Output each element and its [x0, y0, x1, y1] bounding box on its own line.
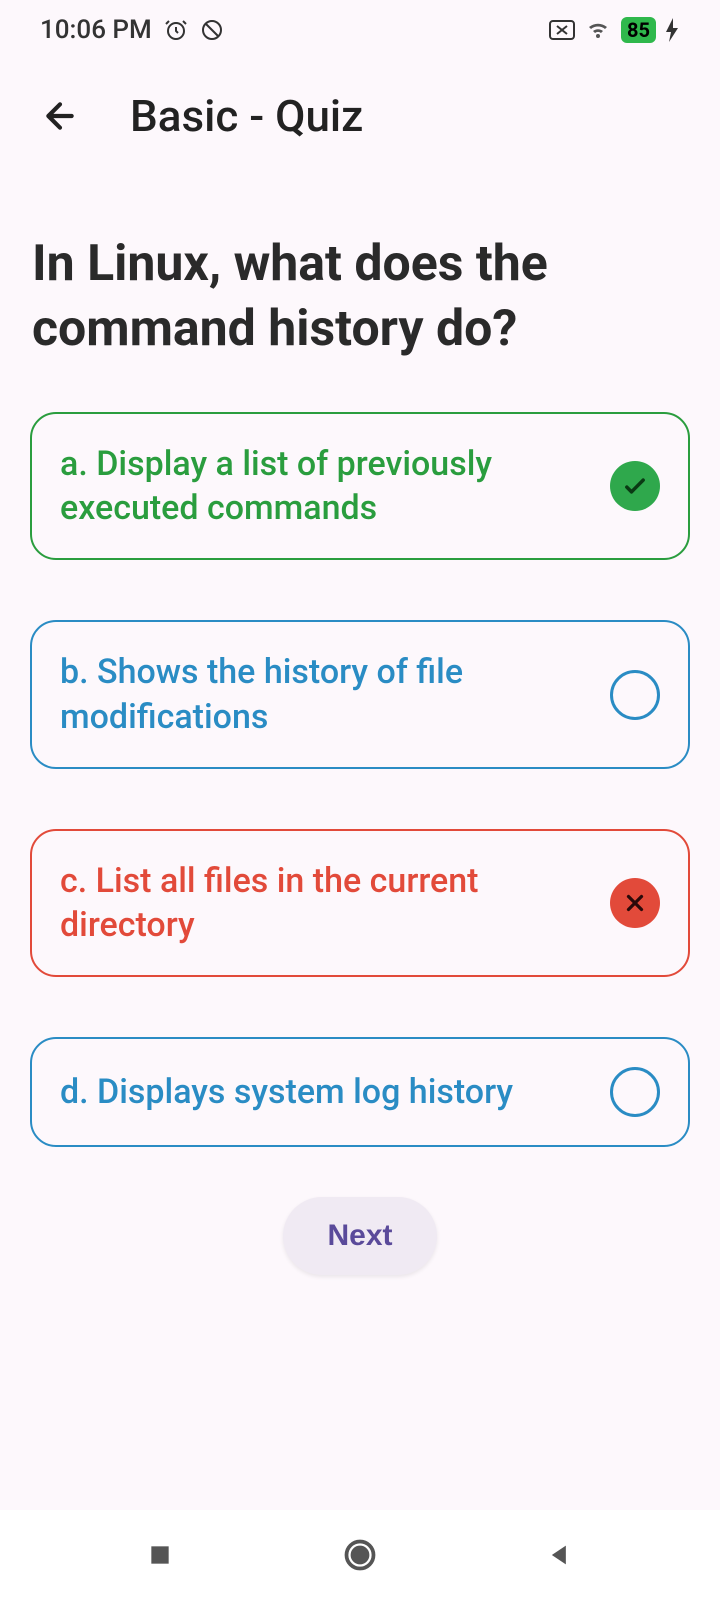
page-title: Basic - Quiz [130, 90, 363, 142]
battery-indicator: 85 [621, 17, 656, 43]
option-label: d. Displays system log history [60, 1070, 594, 1114]
option-label: b. Shows the history of file modificatio… [60, 650, 594, 738]
status-bar: 10:06 PM 85 [0, 0, 720, 60]
option-label: c. List all files in the current directo… [60, 859, 594, 947]
dnd-icon [200, 18, 224, 42]
radio-empty-icon [610, 670, 660, 720]
back-button[interactable] [40, 96, 80, 136]
options-list: a. Display a list of previously executed… [0, 412, 720, 1147]
option-d[interactable]: d. Displays system log history [30, 1037, 690, 1147]
option-a[interactable]: a. Display a list of previously executed… [30, 412, 690, 560]
next-button[interactable]: Next [283, 1197, 436, 1275]
wifi-icon [585, 20, 611, 40]
cast-icon [549, 20, 575, 40]
nav-back-button[interactable] [540, 1535, 580, 1575]
app-header: Basic - Quiz [0, 60, 720, 172]
cross-icon [610, 878, 660, 928]
option-b[interactable]: b. Shows the history of file modificatio… [30, 620, 690, 768]
nav-home-button[interactable] [340, 1535, 380, 1575]
nav-recent-button[interactable] [140, 1535, 180, 1575]
check-icon [610, 461, 660, 511]
charging-icon [666, 18, 680, 42]
option-label: a. Display a list of previously executed… [60, 442, 594, 530]
system-nav-bar [0, 1510, 720, 1600]
quiz-question: In Linux, what does the command history … [0, 172, 720, 412]
status-time: 10:06 PM [40, 15, 152, 45]
alarm-icon [164, 18, 188, 42]
radio-empty-icon [610, 1067, 660, 1117]
option-c[interactable]: c. List all files in the current directo… [30, 829, 690, 977]
